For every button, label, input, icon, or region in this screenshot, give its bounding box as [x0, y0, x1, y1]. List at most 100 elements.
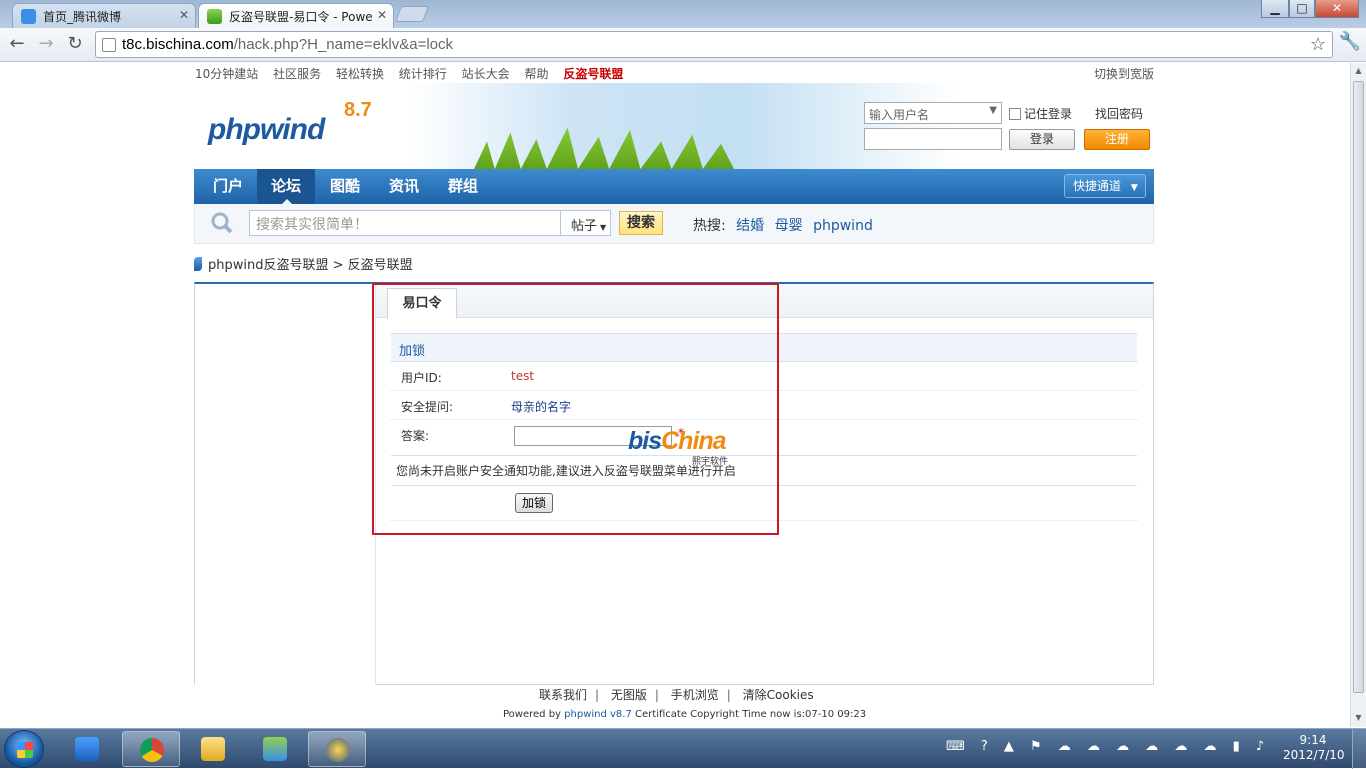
- topbar-link[interactable]: 站长大会: [462, 67, 510, 81]
- hot-term[interactable]: 母婴: [775, 218, 803, 234]
- left-column: [195, 284, 376, 685]
- remember-login[interactable]: 记住登录: [1009, 105, 1072, 122]
- browser-toolbar: ← → ↻ t8c.bischina.com/hack.php?H_name=e…: [0, 28, 1366, 62]
- login-button[interactable]: 登录: [1009, 129, 1075, 150]
- search-bar: 搜索其实很简单！ 帖子 ▼ 搜索 热搜: 结婚 母婴 phpwind: [194, 204, 1154, 244]
- search-input[interactable]: 搜索其实很简单！: [249, 210, 561, 236]
- chrome-icon: [140, 738, 164, 762]
- show-desktop-button[interactable]: [1352, 729, 1366, 769]
- topbar-link-antitheft[interactable]: 反盗号联盟: [563, 67, 623, 81]
- maximize-button[interactable]: □: [1289, 0, 1315, 18]
- breadcrumb: phpwind反盗号联盟 > 反盗号联盟: [194, 254, 413, 273]
- watermark-brand-b: China: [661, 427, 726, 455]
- register-button[interactable]: 注册: [1084, 129, 1150, 150]
- username-placeholder: 输入用户名: [869, 108, 930, 122]
- system-tray[interactable]: ⌨ ? ▲ ⚑ ☁ ☁ ☁ ☁ ☁ ☁ ▮ ♪: [946, 739, 1270, 754]
- powered-name[interactable]: phpwind v8.7: [564, 709, 632, 720]
- taskbar: ⌨ ? ▲ ⚑ ☁ ☁ ☁ ☁ ☁ ☁ ▮ ♪ 9:14 2012/7/10: [0, 728, 1366, 769]
- breadcrumb-item[interactable]: 反盗号联盟: [348, 258, 413, 273]
- powered-suffix: Certificate Copyright Time now is:07-10 …: [635, 709, 867, 720]
- close-tab-icon[interactable]: ✕: [179, 8, 189, 22]
- quick-channel-button[interactable]: 快捷通道 ▼: [1064, 174, 1146, 198]
- username-select[interactable]: 输入用户名 ▼: [864, 102, 1002, 124]
- breadcrumb-item[interactable]: phpwind反盗号联盟: [208, 258, 328, 273]
- tab-title: 反盗号联盟-易口令 - Powe: [229, 10, 373, 24]
- search-type-select[interactable]: 帖子 ▼: [561, 210, 611, 236]
- taskbar-app[interactable]: [308, 731, 366, 767]
- phpwind-logo[interactable]: phpwind: [208, 113, 325, 147]
- topbar-link[interactable]: 统计排行: [399, 67, 447, 81]
- footer-link[interactable]: 无图版: [611, 688, 647, 702]
- reload-icon[interactable]: ↻: [63, 33, 87, 57]
- app-icon: [326, 738, 350, 762]
- site-header: phpwind 8.7 输入用户名 ▼ 记住登录 找回密码 登录 注册: [194, 83, 1154, 169]
- find-password-link[interactable]: 找回密码: [1095, 105, 1143, 122]
- site-topbar: 10分钟建站 社区服务 轻松转换 统计排行 站长大会 帮助 反盗号联盟: [195, 65, 634, 82]
- hot-term[interactable]: 结婚: [736, 218, 764, 234]
- chevron-down-icon: ▼: [600, 223, 607, 232]
- remember-checkbox[interactable]: [1009, 108, 1021, 120]
- annotation-highlight-box: [372, 283, 779, 535]
- taskbar-chrome[interactable]: [122, 731, 180, 767]
- footer-link[interactable]: 清除Cookies: [743, 688, 814, 702]
- start-button[interactable]: [4, 730, 44, 768]
- wrench-menu-icon[interactable]: 🔧: [1338, 31, 1362, 52]
- tab-title: 首页_腾讯微博: [43, 10, 122, 24]
- search-type-value: 帖子: [571, 219, 598, 234]
- topbar-link[interactable]: 帮助: [524, 67, 548, 81]
- page-viewport: 10分钟建站 社区服务 轻松转换 统计排行 站长大会 帮助 反盗号联盟 切换到宽…: [0, 63, 1350, 727]
- nav-groups[interactable]: 群组: [434, 169, 492, 204]
- main-nav: 门户 论坛 图酷 资讯 群组 快捷通道 ▼: [194, 169, 1154, 204]
- nav-forum[interactable]: 论坛: [257, 169, 315, 204]
- browser-tab-antitheft[interactable]: 反盗号联盟-易口令 - Powe ✕: [198, 3, 394, 28]
- nav-pictures[interactable]: 图酷: [316, 169, 374, 204]
- topbar-link[interactable]: 社区服务: [273, 67, 321, 81]
- clock-time: 9:14: [1299, 733, 1327, 747]
- minimize-button[interactable]: ▁: [1261, 0, 1289, 18]
- switch-wide-link[interactable]: 切换到宽版: [1094, 65, 1154, 82]
- close-tab-icon[interactable]: ✕: [377, 8, 387, 22]
- address-bar[interactable]: t8c.bischina.com/hack.php?H_name=eklv&a=…: [95, 31, 1333, 58]
- footer-links: 联系我们 | 无图版 | 手机浏览 | 清除Cookies: [539, 688, 814, 702]
- powered-by: Powered by phpwind v8.7 Certificate Copy…: [503, 709, 866, 720]
- tencent-weibo-icon: [21, 9, 36, 24]
- scroll-up-arrow-icon[interactable]: ▲: [1353, 66, 1364, 77]
- feather-icon: [194, 257, 202, 271]
- breadcrumb-separator-icon: >: [332, 258, 348, 273]
- taskbar-explorer[interactable]: [184, 731, 242, 767]
- new-tab-button[interactable]: [395, 6, 429, 22]
- back-icon[interactable]: ←: [5, 33, 29, 57]
- vertical-scrollbar[interactable]: ▲ ▼: [1350, 63, 1366, 727]
- search-button[interactable]: 搜索: [619, 211, 663, 235]
- bookmark-star-icon[interactable]: ☆: [1310, 34, 1326, 55]
- footer-link[interactable]: 手机浏览: [671, 688, 719, 702]
- media-player-icon: [75, 737, 99, 761]
- nav-news[interactable]: 资讯: [375, 169, 433, 204]
- password-input[interactable]: [864, 128, 1002, 150]
- topbar-link[interactable]: 10分钟建站: [195, 67, 258, 81]
- browser-tabstrip: 首页_腾讯微博 ✕ 反盗号联盟-易口令 - Powe ✕ ▁ □ ✕: [0, 0, 1366, 28]
- bischina-watermark-logo: bisChina 熙宇软件: [628, 427, 728, 467]
- chevron-down-icon: ▼: [989, 105, 997, 116]
- remember-label: 记住登录: [1024, 107, 1073, 121]
- taskbar-clock[interactable]: 9:14 2012/7/10: [1283, 733, 1345, 763]
- search-icon: [211, 212, 233, 234]
- hot-term[interactable]: phpwind: [813, 218, 873, 234]
- close-window-button[interactable]: ✕: [1315, 0, 1359, 18]
- url-path: /hack.php?H_name=eklv&a=lock: [233, 36, 454, 53]
- forward-icon[interactable]: →: [34, 33, 58, 57]
- browser-tab-weibo[interactable]: 首页_腾讯微博 ✕: [12, 3, 196, 28]
- messenger-icon: [263, 737, 287, 761]
- footer-link[interactable]: 联系我们: [539, 688, 587, 702]
- topbar-link[interactable]: 轻松转换: [336, 67, 384, 81]
- watermark-brand-a: bis: [628, 427, 662, 455]
- clock-date: 2012/7/10: [1283, 748, 1345, 762]
- nav-portal[interactable]: 门户: [199, 169, 257, 204]
- url-host: t8c.bischina.com: [122, 36, 234, 53]
- taskbar-messenger[interactable]: [246, 731, 304, 767]
- taskbar-media-player[interactable]: [58, 731, 116, 767]
- scroll-thumb[interactable]: [1353, 81, 1364, 693]
- scroll-down-arrow-icon[interactable]: ▼: [1353, 713, 1364, 724]
- hot-search: 热搜: 结婚 母婴 phpwind: [693, 215, 873, 235]
- quick-channel-label: 快捷通道: [1073, 179, 1122, 193]
